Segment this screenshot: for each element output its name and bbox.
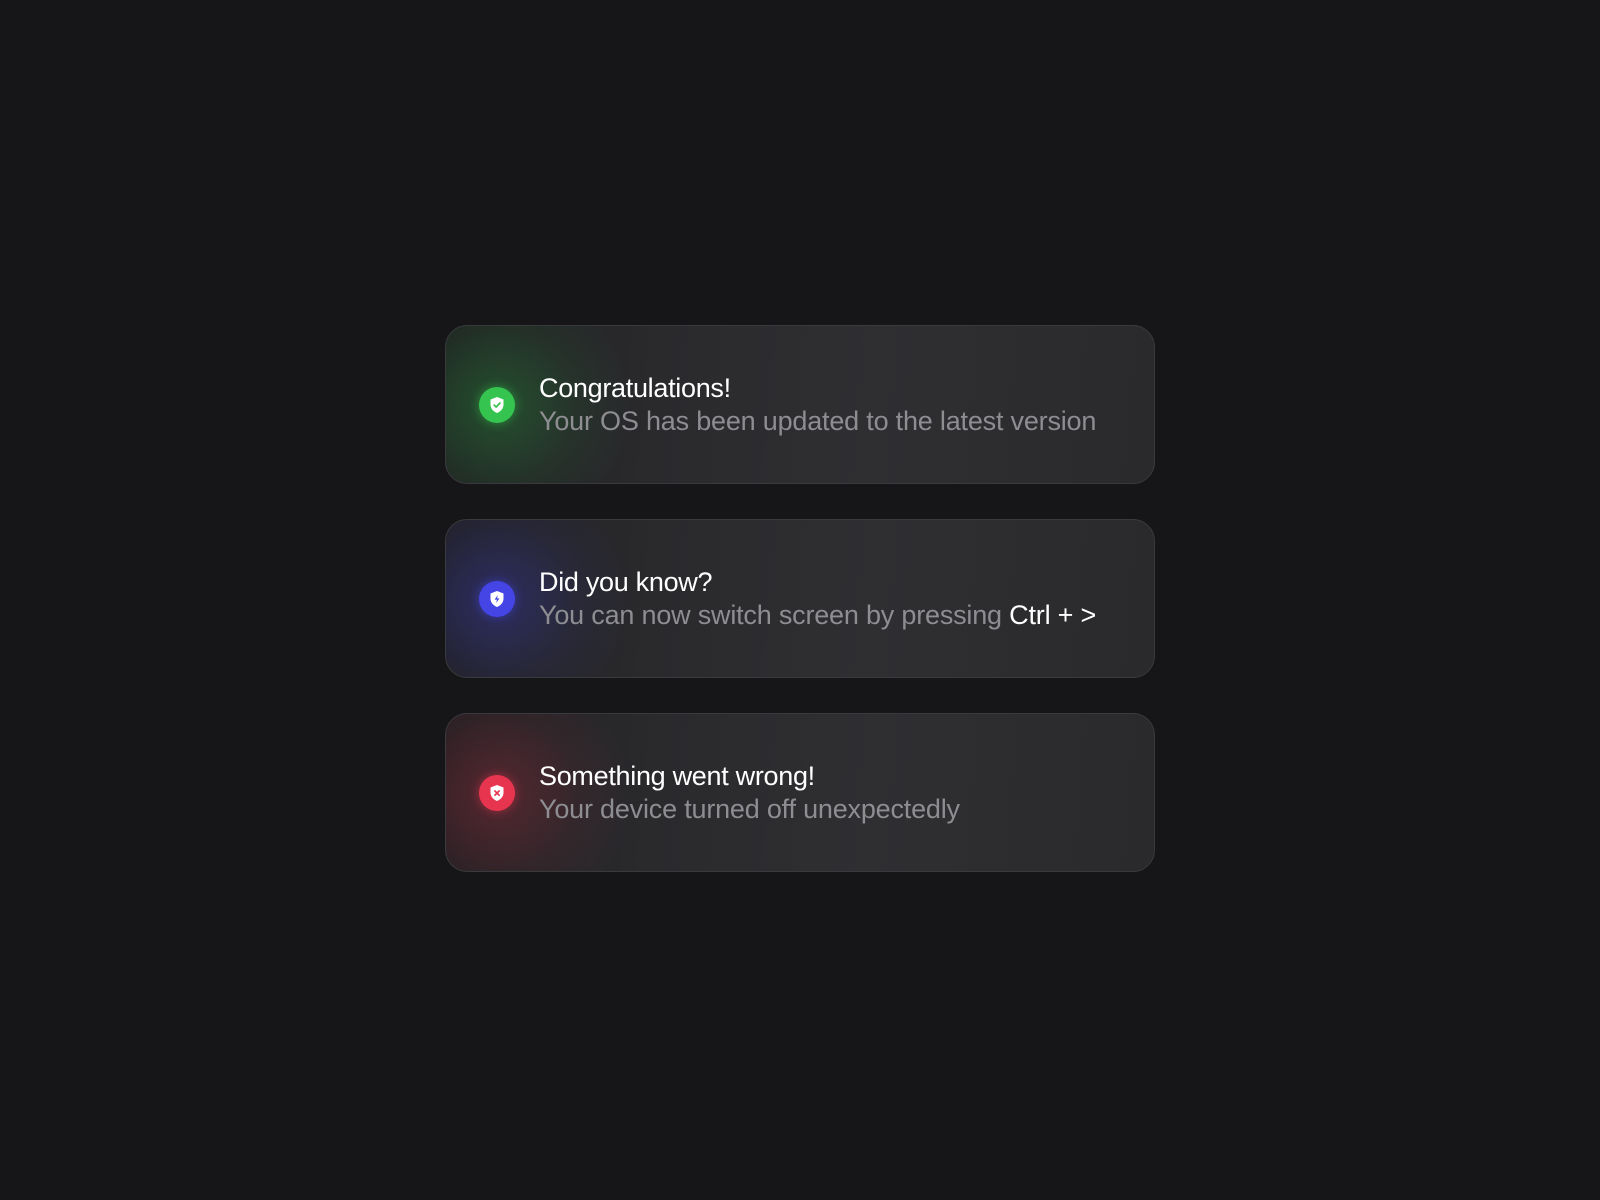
shield-x-icon	[479, 774, 515, 811]
notification-message: You can now switch screen by pressing Ct…	[539, 598, 1096, 632]
notification-title: Did you know?	[539, 566, 713, 597]
message-text: You can now switch screen by pressing	[539, 599, 1002, 630]
notification-text: Did you know? You can now switch screen …	[539, 566, 1096, 632]
notification-success[interactable]: Congratulations! Your OS has been update…	[445, 325, 1155, 484]
notification-message: Your device turned off unexpectedly	[539, 793, 960, 824]
shield-bolt-icon	[479, 580, 515, 617]
notification-text: Something went wrong! Your device turned…	[539, 760, 960, 826]
notification-title: Congratulations!	[539, 372, 731, 403]
notification-title: Something went wrong!	[539, 760, 815, 791]
notification-message: Your OS has been updated to the latest v…	[539, 405, 1097, 436]
canvas: Congratulations! Your OS has been update…	[0, 0, 1600, 1200]
notification-info[interactable]: Did you know? You can now switch screen …	[445, 519, 1155, 678]
shield-check-icon	[479, 386, 515, 423]
notification-list: Congratulations! Your OS has been update…	[445, 325, 1155, 907]
keyboard-shortcut: Ctrl + >	[1009, 599, 1097, 630]
notification-text: Congratulations! Your OS has been update…	[539, 372, 1096, 438]
notification-error[interactable]: Something went wrong! Your device turned…	[445, 713, 1155, 872]
